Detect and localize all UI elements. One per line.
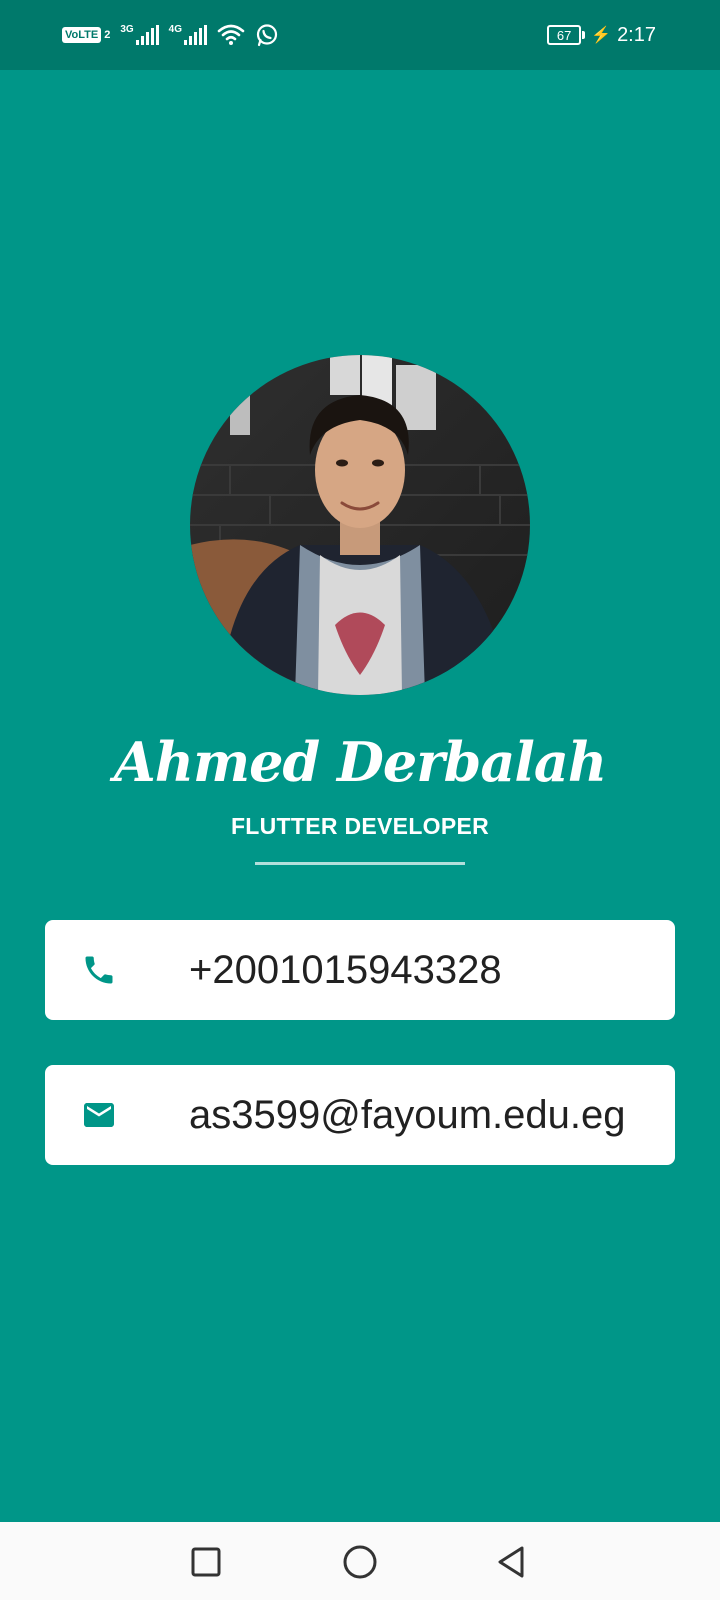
whatsapp-icon [256,24,278,47]
mail-icon [84,1103,114,1127]
clock: 2:17 [617,23,656,46]
status-right: 67 ⚡ 2:17 [547,20,656,50]
navigation-bar [0,1522,720,1600]
recent-apps-icon[interactable] [186,1542,226,1582]
charging-icon: ⚡ [591,27,612,44]
profile-title: FLUTTER DEVELOPER [230,813,490,839]
phone-number: +2001015943328 [189,947,502,992]
status-left: VoLTE 2 3G 4G [62,20,279,50]
signal-icon [184,25,208,45]
network-label-4g: 4G [168,24,183,35]
volte-label: VoLTE [62,27,102,43]
network-label-3g: 3G [120,24,134,35]
email-card[interactable]: as3599@fayoum.edu.eg [45,1065,675,1165]
battery-level: 67 [556,27,572,43]
signal-3g: 3G [120,24,159,45]
signal-icon [135,25,159,45]
home-icon[interactable] [340,1542,380,1582]
profile-photo [190,355,530,695]
email-address: as3599@fayoum.edu.eg [189,1092,626,1137]
divider [255,862,465,865]
phone-card[interactable]: +2001015943328 [45,920,675,1020]
profile-name: Ahmed Derbalah [113,730,607,794]
battery-icon: 67 [547,25,586,45]
back-icon[interactable] [492,1542,532,1582]
status-bar: VoLTE 2 3G 4G 67 ⚡ 2:17 [0,0,720,70]
signal-4g: 4G [168,24,208,45]
phone-icon [85,956,113,984]
sim-label: 2 [104,29,111,41]
profile-avatar [190,355,530,695]
volte-indicator: VoLTE 2 [62,27,110,43]
wifi-icon [217,24,245,45]
